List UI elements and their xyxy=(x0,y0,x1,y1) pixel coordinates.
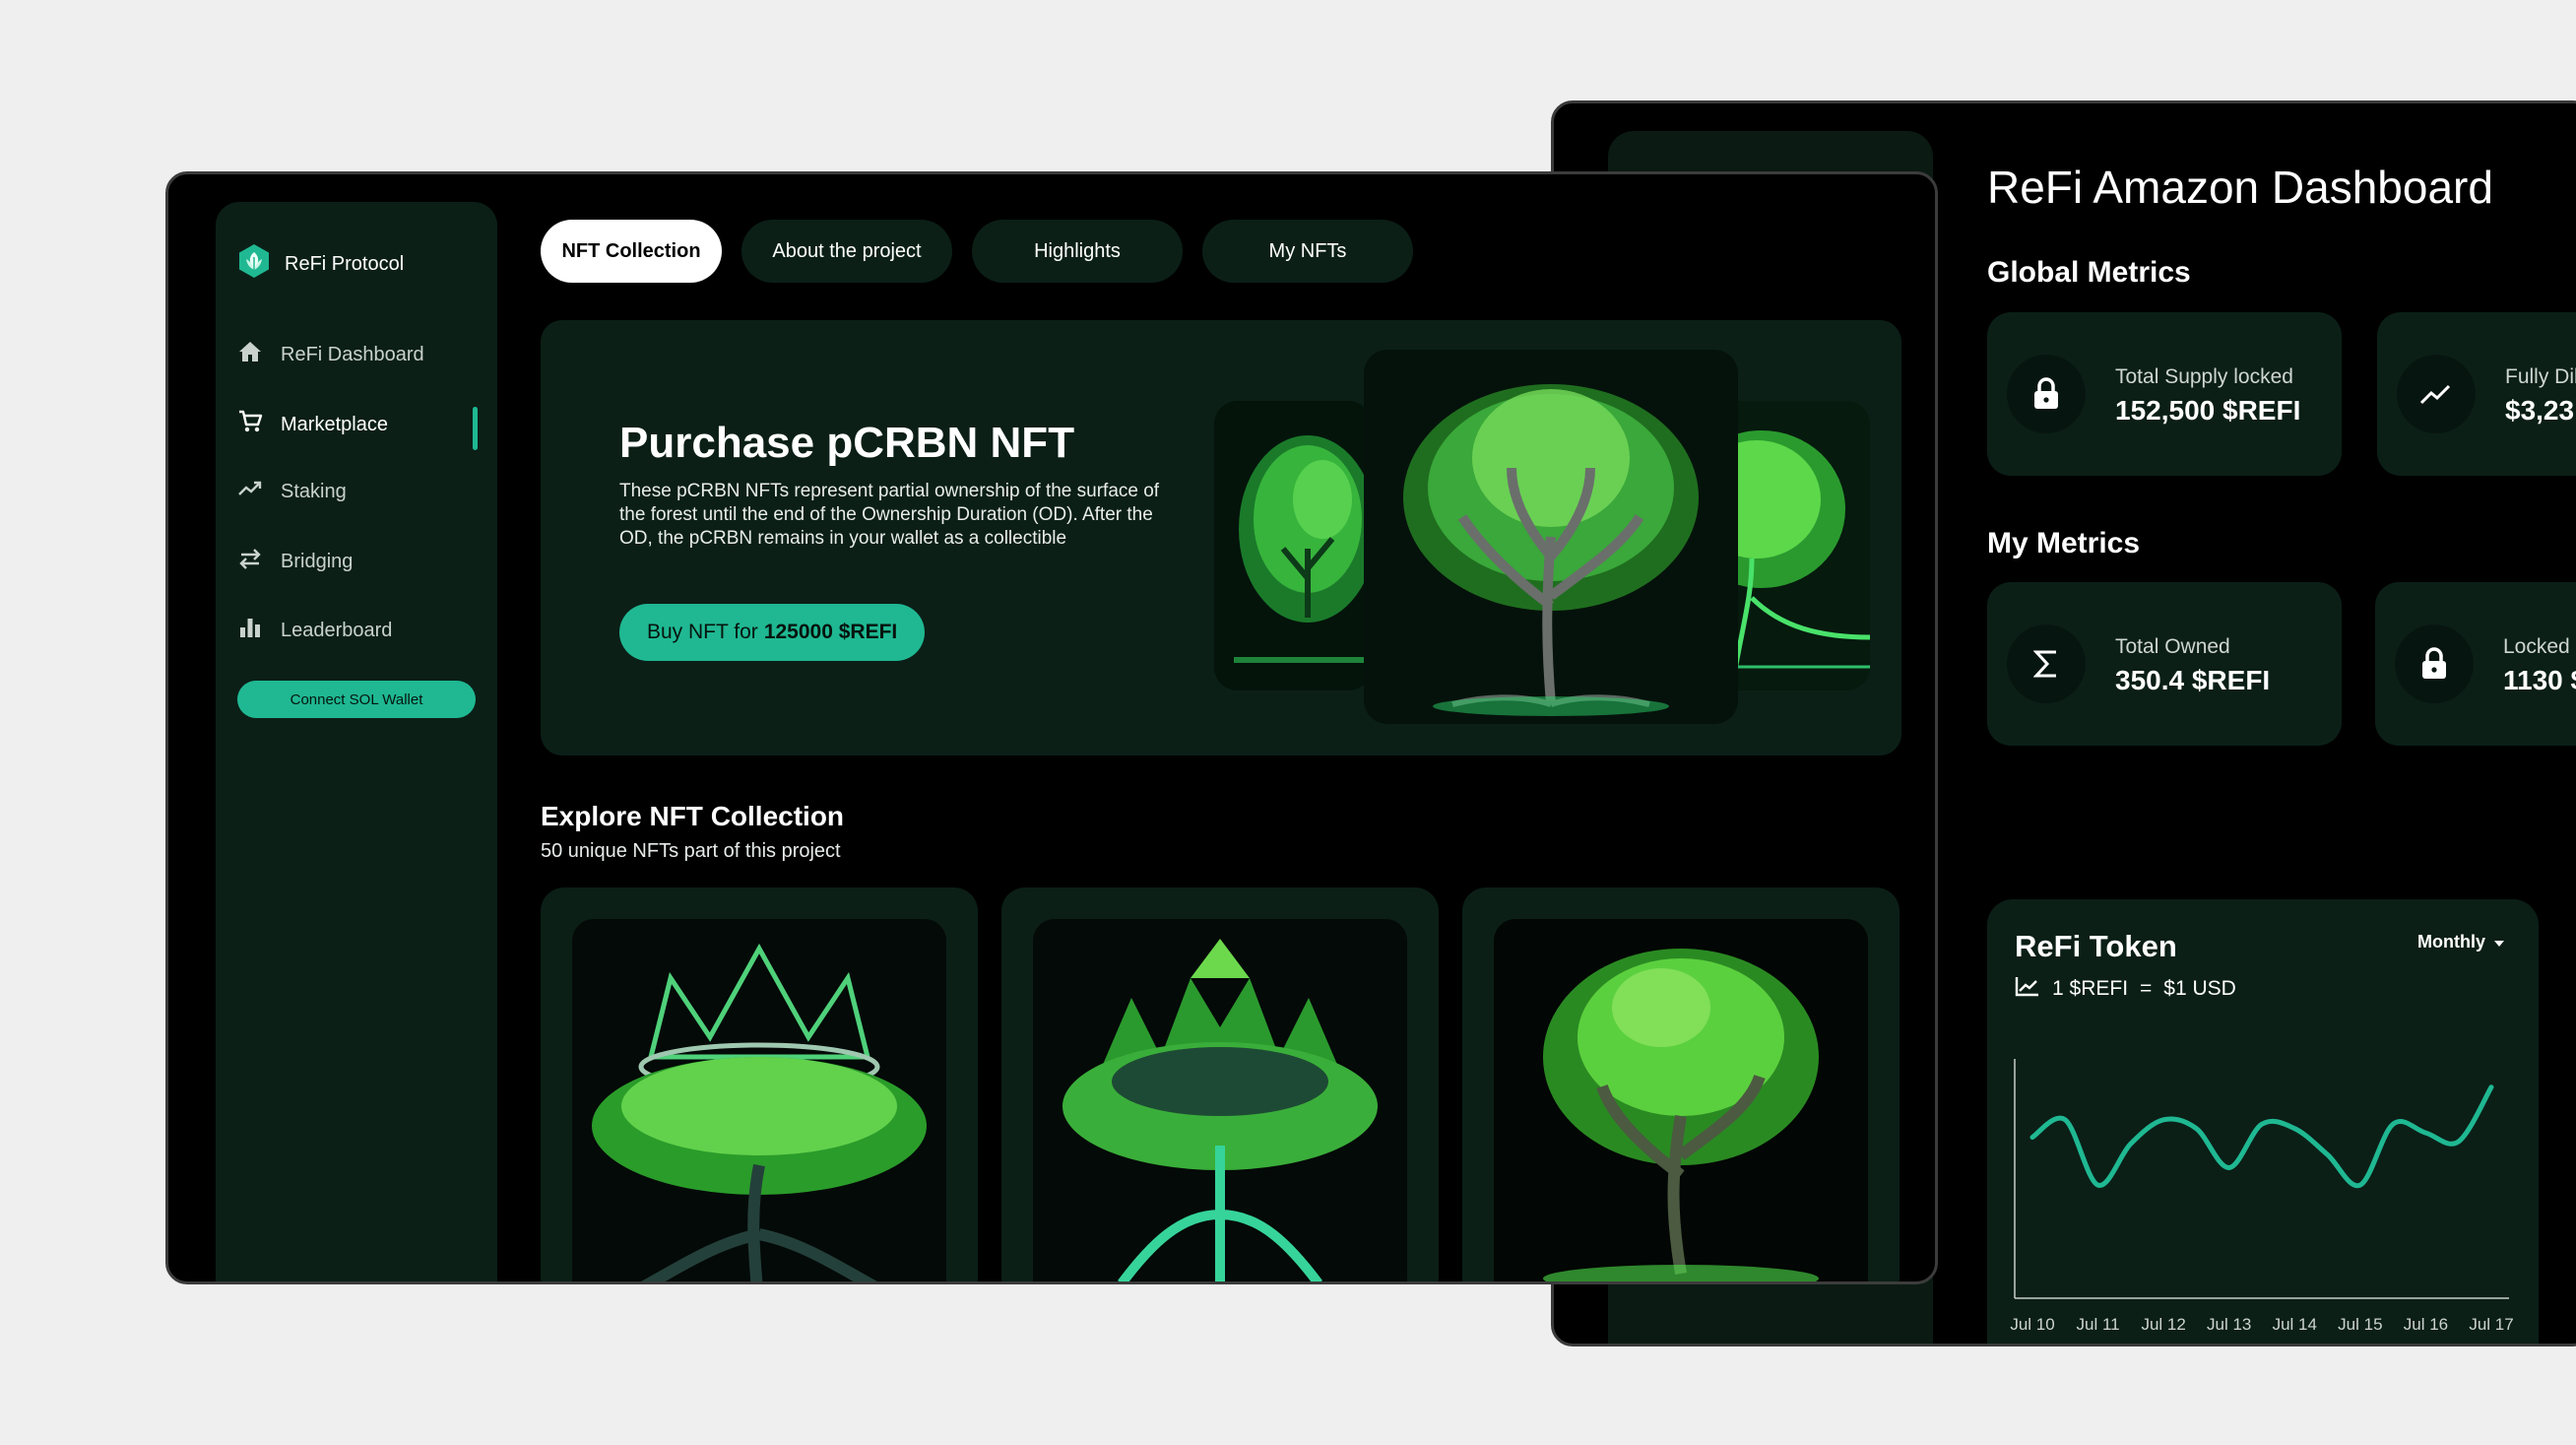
period-dropdown[interactable]: Monthly xyxy=(2417,932,2505,952)
nav-label: Staking xyxy=(281,480,347,502)
metric-card-owned: Total Owned 350.4 $REFI xyxy=(1987,582,2342,746)
hero-title: Purchase pCRBN NFT xyxy=(619,419,1075,467)
caret-down-icon xyxy=(2493,932,2505,952)
leaf-hexagon-icon xyxy=(237,243,271,285)
token-chart-card: ReFi Token Monthly 1 $REFI = $1 USD Jul … xyxy=(1987,899,2539,1344)
rate-left: 1 $REFI xyxy=(2052,977,2129,1000)
tree-image xyxy=(1494,919,1868,1281)
marketplace-window: ReFi Protocol ReFi Dashboard Marketplace… xyxy=(165,171,1938,1284)
nav-label: Bridging xyxy=(281,550,354,572)
x-tick-label: Jul 17 xyxy=(2469,1315,2513,1334)
dashboard-main: ReFi Amazon Dashboard Global Metrics Tot… xyxy=(1987,103,2576,1344)
nav-item-leaderboard[interactable]: Leaderboard xyxy=(237,616,474,645)
nft-preview-left[interactable] xyxy=(1214,401,1372,690)
home-icon xyxy=(237,340,263,369)
swap-icon xyxy=(237,547,263,576)
metric-value: 152,500 $REFI xyxy=(2115,395,2301,426)
tab-nft-collection[interactable]: NFT Collection xyxy=(541,220,722,283)
global-metrics-title: Global Metrics xyxy=(1987,256,2191,289)
crown-tree-image xyxy=(1033,919,1407,1281)
tree-image xyxy=(1364,350,1738,724)
nft-card[interactable] xyxy=(1462,887,1900,1281)
x-tick-label: Jul 15 xyxy=(2338,1315,2382,1334)
token-line-chart: Jul 10 Jul 11 Jul 12 Jul 13 Jul 14 Jul 15 Jul … xyxy=(2010,1059,2514,1334)
lock-icon xyxy=(2395,624,2474,703)
nav-item-bridging[interactable]: Bridging xyxy=(237,547,474,576)
x-tick-label: Jul 11 xyxy=(2077,1315,2120,1334)
explore-title: Explore NFT Collection xyxy=(541,801,845,831)
metric-value: 1130 $ xyxy=(2503,665,2576,695)
metric-label: Total Owned xyxy=(2115,635,2230,658)
hero-description: These pCRBN NFTs represent partial owner… xyxy=(619,481,1160,549)
nft-preview-main[interactable] xyxy=(1364,350,1738,724)
nav-label: ReFi Dashboard xyxy=(281,343,424,365)
tree-image xyxy=(1214,401,1372,690)
metric-card-supply: Total Supply locked 152,500 $REFI xyxy=(1987,312,2342,476)
series-line xyxy=(2029,1084,2494,1189)
bar-chart-icon xyxy=(237,616,263,645)
dashboard-title: ReFi Amazon Dashboard xyxy=(1987,162,2493,213)
metric-label: Total Supply locked xyxy=(2115,365,2293,388)
metric-card-locked: Locked i 1130 $ xyxy=(2375,582,2576,746)
x-tick-label: Jul 12 xyxy=(2141,1315,2185,1334)
x-tick-label: Jul 16 xyxy=(2404,1315,2448,1334)
nav-item-staking[interactable]: Staking xyxy=(237,478,474,505)
metric-label: Locked i xyxy=(2503,635,2576,658)
nav-item-marketplace[interactable]: Marketplace xyxy=(237,409,474,440)
cart-icon xyxy=(237,409,263,440)
sigma-icon xyxy=(2007,624,2086,703)
buy-prefix: Buy NFT for xyxy=(647,621,758,643)
period-label: Monthly xyxy=(2417,932,2485,952)
trend-icon xyxy=(2397,355,2476,433)
metric-value: $3,23 xyxy=(2505,395,2575,426)
buy-nft-button[interactable]: Buy NFT for 125000 $REFI xyxy=(619,604,926,661)
crown-tree-image xyxy=(572,919,946,1281)
nft-card[interactable] xyxy=(1001,887,1439,1281)
nav-item-dashboard[interactable]: ReFi Dashboard xyxy=(237,340,474,369)
explore-subtitle: 50 unique NFTs part of this project xyxy=(541,840,841,862)
token-title: ReFi Token xyxy=(2015,929,2177,963)
metric-value: 350.4 $REFI xyxy=(2115,665,2271,695)
nft-image xyxy=(1494,919,1868,1281)
active-nav-indicator xyxy=(473,407,478,450)
nav-label: Leaderboard xyxy=(281,619,393,641)
connect-wallet-button[interactable]: Connect SOL Wallet xyxy=(237,681,476,718)
nav-label: Marketplace xyxy=(281,413,388,435)
tab-highlights[interactable]: Highlights xyxy=(972,220,1183,283)
metric-card-fdv: Fully Dilu $3,23 xyxy=(2377,312,2576,476)
rate-equals: = xyxy=(2140,977,2153,1000)
x-tick-label: Jul 14 xyxy=(2273,1315,2317,1334)
brand-name: ReFi Protocol xyxy=(285,252,405,275)
my-metrics-title: My Metrics xyxy=(1987,527,2141,559)
line-chart-icon xyxy=(2015,975,2040,1003)
brand[interactable]: ReFi Protocol xyxy=(237,243,404,285)
token-rate: 1 $REFI = $1 USD xyxy=(2015,975,2236,1003)
buy-amount: 125000 $REFI xyxy=(763,621,898,643)
tab-bar: NFT Collection About the project Highlig… xyxy=(541,220,1413,283)
tab-my-nfts[interactable]: My NFTs xyxy=(1202,220,1413,283)
purchase-hero: Purchase pCRBN NFT These pCRBN NFTs repr… xyxy=(541,320,1901,755)
x-tick-label: Jul 13 xyxy=(2207,1315,2251,1334)
rate-right: $1 USD xyxy=(2163,977,2236,1000)
metric-label: Fully Dilu xyxy=(2505,365,2576,388)
nft-card[interactable] xyxy=(541,887,978,1281)
trend-icon xyxy=(237,478,263,505)
sidebar: ReFi Protocol ReFi Dashboard Marketplace… xyxy=(216,202,497,1281)
x-tick-label: Jul 10 xyxy=(2010,1315,2054,1334)
nft-image xyxy=(572,919,946,1281)
tab-about[interactable]: About the project xyxy=(741,220,952,283)
lock-icon xyxy=(2007,355,2086,433)
nft-image xyxy=(1033,919,1407,1281)
